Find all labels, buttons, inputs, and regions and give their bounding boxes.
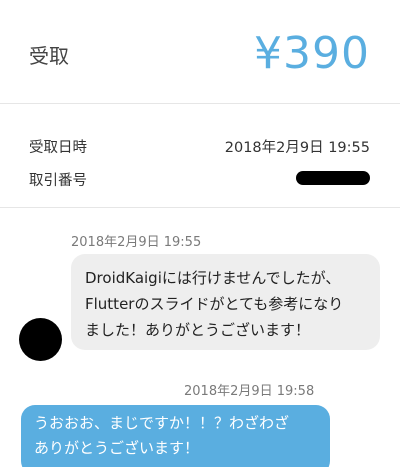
incoming-message-bubble: DroidKaigiには行けませんでしたが、 Flutterのスライドがとても参… xyxy=(71,254,380,350)
sender-avatar[interactable] xyxy=(19,318,62,361)
received-amount: ¥390 xyxy=(254,28,370,79)
message-timestamp: 2018年2月9日 19:58 xyxy=(184,384,315,399)
received-at-label: 受取日時 xyxy=(29,140,87,156)
message-line: DroidKaigiには行けませんでしたが、 xyxy=(85,269,341,287)
message-line: ありがとうございます！ xyxy=(34,439,200,457)
received-at-value: 2018年2月9日 19:55 xyxy=(224,140,370,156)
transaction-details: 受取日時 2018年2月9日 19:55 取引番号 xyxy=(0,105,400,208)
header-label: 受取 xyxy=(29,44,69,68)
message-line: Flutterのスライドがとても参考になり xyxy=(85,295,344,313)
received-at-row: 受取日時 2018年2月9日 19:55 xyxy=(29,136,370,156)
outgoing-message-bubble: うおおお、まじですか！！？わざわざ ありがとうございます！ xyxy=(21,405,330,467)
message-timestamp: 2018年2月9日 19:55 xyxy=(71,235,202,250)
message-line: ました！ありがとうございます！ xyxy=(85,321,311,339)
message-line: うおおお、まじですか！！？わざわざ xyxy=(34,414,290,432)
transaction-id-row: 取引番号 xyxy=(29,169,370,189)
transaction-id-label: 取引番号 xyxy=(29,173,87,189)
message-thread[interactable]: 2018年2月9日 19:55 DroidKaigiには行けませんでしたが、 F… xyxy=(0,209,400,467)
receipt-header: 受取 ¥390 xyxy=(0,0,400,104)
transaction-id-redaction xyxy=(296,171,370,185)
